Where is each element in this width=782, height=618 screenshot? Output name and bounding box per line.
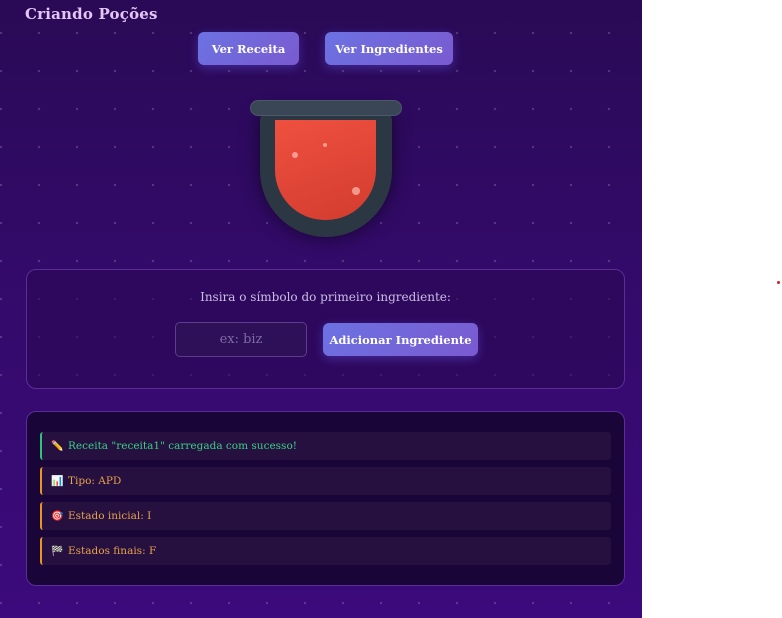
log-entry: ✏️ Receita "receita1" carregada com suce… [40,432,611,460]
cursor-dot [777,281,780,284]
bubble [323,143,327,147]
log-entry-text: Estado inicial: I [68,510,152,522]
view-ingredients-button[interactable]: Ver Ingredientes [325,32,453,65]
pencil-icon: ✏️ [51,440,64,452]
target-icon: 🎯 [51,510,64,522]
log-entry-text: Tipo: APD [68,475,122,487]
cauldron-pot [260,112,392,237]
ingredient-symbol-input[interactable] [175,322,307,357]
log-entry: 🏁 Estados finais: F [40,537,611,565]
log-entry: 🎯 Estado inicial: I [40,502,611,530]
cauldron-rim [250,100,402,116]
log-entry-text: Estados finais: F [68,545,157,557]
ingredient-input-panel: Insira o símbolo do primeiro ingrediente… [26,269,625,389]
bubble [292,152,298,158]
log-entry-text: Receita "receita1" carregada com sucesso… [68,440,297,452]
bubble [352,187,360,195]
chart-icon: 📊 [51,475,64,487]
potion-liquid [275,120,376,220]
potion-app: Criando Poções Ver Receita Ver Ingredien… [0,0,642,618]
log-panel: ✏️ Receita "receita1" carregada com suce… [26,411,625,586]
cauldron [250,100,402,240]
add-ingredient-button[interactable]: Adicionar Ingrediente [323,323,478,356]
view-recipe-button[interactable]: Ver Receita [198,32,299,65]
page-title: Criando Poções [25,5,158,23]
ingredient-prompt: Insira o símbolo do primeiro ingrediente… [200,290,451,304]
checkered-flag-icon: 🏁 [51,545,64,557]
log-entry: 📊 Tipo: APD [40,467,611,495]
